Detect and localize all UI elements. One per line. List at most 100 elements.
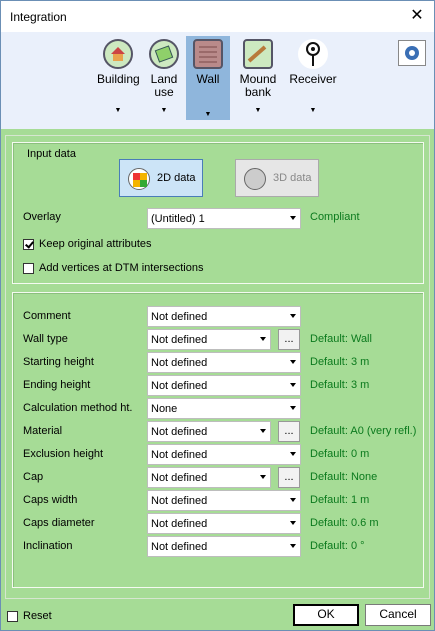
attribute-value: None bbox=[151, 403, 178, 415]
default-value: Default: 1 m bbox=[310, 494, 370, 506]
attribute-label: Exclusion height bbox=[23, 448, 104, 460]
attribute-select[interactable]: Not defined bbox=[147, 306, 301, 327]
overlay-label: Overlay bbox=[23, 211, 61, 223]
attribute-select[interactable]: Not defined bbox=[147, 329, 271, 350]
attribute-label: Comment bbox=[23, 310, 71, 322]
attribute-value: Not defined bbox=[151, 518, 208, 530]
land-use-button[interactable]: Land use ▼ bbox=[144, 36, 184, 116]
input-data-title: Input data bbox=[27, 148, 76, 160]
mound-bank-button[interactable]: Mound bank ▼ bbox=[237, 36, 279, 116]
attribute-select[interactable]: Not defined bbox=[147, 490, 301, 511]
attribute-label: Calculation method ht. bbox=[23, 402, 133, 414]
window-title: Integration bbox=[10, 10, 67, 24]
attribute-label: Caps width bbox=[23, 494, 78, 506]
attribute-value: Not defined bbox=[151, 311, 208, 323]
browse-button[interactable]: ... bbox=[278, 421, 300, 442]
chevron-down-icon: ▼ bbox=[114, 107, 122, 114]
2d-data-icon bbox=[128, 168, 150, 190]
wall-icon bbox=[193, 39, 223, 69]
attribute-label: Starting height bbox=[23, 356, 94, 368]
close-icon[interactable]: ✕ bbox=[408, 6, 426, 24]
attribute-label: Inclination bbox=[23, 540, 73, 552]
3d-data-label: 3D data bbox=[273, 172, 312, 184]
browse-button[interactable]: ... bbox=[278, 467, 300, 488]
integration-dialog: Integration ✕ Building ▼ Land use ▼ Wall… bbox=[0, 0, 435, 631]
cancel-button[interactable]: Cancel bbox=[365, 604, 431, 626]
attribute-label: Cap bbox=[23, 471, 44, 483]
chevron-down-icon: ▼ bbox=[160, 107, 168, 114]
default-value: Default: A0 (very refl.) bbox=[310, 425, 417, 437]
attribute-label: Material bbox=[23, 425, 63, 437]
attribute-value: Not defined bbox=[151, 334, 208, 346]
attribute-select[interactable]: Not defined bbox=[147, 352, 301, 373]
chevron-down-icon bbox=[290, 544, 296, 548]
2d-data-label: 2D data bbox=[157, 172, 196, 184]
input-data-group: Input data 2D data 3D data Overlay (Unti… bbox=[12, 142, 424, 284]
chevron-down-icon bbox=[290, 498, 296, 502]
attribute-select[interactable]: Not defined bbox=[147, 467, 271, 488]
mound-bank-label: Mound bank bbox=[239, 72, 277, 99]
chevron-down-icon bbox=[290, 314, 296, 318]
land-use-label: Land use bbox=[150, 72, 178, 99]
default-value: Default: 0 m bbox=[310, 448, 370, 460]
chevron-down-icon: ▼ bbox=[309, 107, 317, 114]
main-panel: Input data 2D data 3D data Overlay (Unti… bbox=[5, 135, 430, 599]
attributes-group: Comment Not defined Wall type Not defined..… bbox=[12, 292, 424, 588]
attribute-select[interactable]: Not defined bbox=[147, 375, 301, 396]
attribute-label: Ending height bbox=[23, 379, 91, 391]
wall-button[interactable]: Wall ▼ bbox=[186, 36, 230, 120]
attribute-select[interactable]: Not defined bbox=[147, 444, 301, 465]
default-value: Default: None bbox=[310, 471, 378, 483]
settings-button[interactable] bbox=[398, 40, 426, 66]
attribute-value: Not defined bbox=[151, 357, 208, 369]
keep-attributes-label: Keep original attributes bbox=[39, 238, 152, 250]
default-value: Default: 0 ° bbox=[310, 540, 365, 552]
overlay-value: (Untitled) 1 bbox=[151, 213, 205, 225]
wall-label: Wall bbox=[196, 72, 220, 86]
keep-attributes-checkbox[interactable] bbox=[23, 239, 34, 250]
reset-checkbox[interactable] bbox=[7, 611, 18, 622]
add-vertices-checkbox[interactable] bbox=[23, 263, 34, 274]
chevron-down-icon bbox=[260, 475, 266, 479]
chevron-down-icon bbox=[290, 452, 296, 456]
chevron-down-icon: ▼ bbox=[254, 107, 262, 114]
attribute-value: Not defined bbox=[151, 495, 208, 507]
attribute-label: Caps diameter bbox=[23, 517, 95, 529]
browse-button[interactable]: ... bbox=[278, 329, 300, 350]
3d-data-button: 3D data bbox=[235, 159, 319, 197]
chevron-down-icon bbox=[260, 429, 266, 433]
chevron-down-icon: ▼ bbox=[204, 111, 212, 118]
default-value: Default: 3 m bbox=[310, 379, 370, 391]
attribute-select[interactable]: None bbox=[147, 398, 301, 419]
receiver-button[interactable]: Receiver ▼ bbox=[288, 36, 338, 116]
building-label: Building bbox=[97, 72, 140, 86]
building-icon bbox=[103, 39, 133, 69]
receiver-icon bbox=[298, 39, 328, 69]
chevron-down-icon bbox=[290, 216, 296, 220]
overlay-select[interactable]: (Untitled) 1 bbox=[147, 208, 301, 229]
attribute-select[interactable]: Not defined bbox=[147, 536, 301, 557]
attribute-select[interactable]: Not defined bbox=[147, 513, 301, 534]
attribute-value: Not defined bbox=[151, 426, 208, 438]
gear-icon bbox=[405, 46, 419, 60]
2d-data-button[interactable]: 2D data bbox=[119, 159, 203, 197]
3d-data-icon bbox=[244, 168, 266, 190]
chevron-down-icon bbox=[290, 383, 296, 387]
chevron-down-icon bbox=[290, 406, 296, 410]
attribute-select[interactable]: Not defined bbox=[147, 421, 271, 442]
chevron-down-icon bbox=[290, 521, 296, 525]
receiver-label: Receiver bbox=[289, 72, 337, 86]
ok-button[interactable]: OK bbox=[293, 604, 359, 626]
add-vertices-label: Add vertices at DTM intersections bbox=[39, 262, 204, 274]
title-bar: Integration ✕ bbox=[1, 1, 434, 32]
overlay-status: Compliant bbox=[310, 211, 360, 223]
chevron-down-icon bbox=[260, 337, 266, 341]
default-value: Default: Wall bbox=[310, 333, 372, 345]
chevron-down-icon bbox=[290, 360, 296, 364]
mound-bank-icon bbox=[243, 39, 273, 69]
attribute-value: Not defined bbox=[151, 541, 208, 553]
building-button[interactable]: Building ▼ bbox=[97, 36, 140, 116]
attribute-value: Not defined bbox=[151, 472, 208, 484]
default-value: Default: 3 m bbox=[310, 356, 370, 368]
attribute-value: Not defined bbox=[151, 449, 208, 461]
